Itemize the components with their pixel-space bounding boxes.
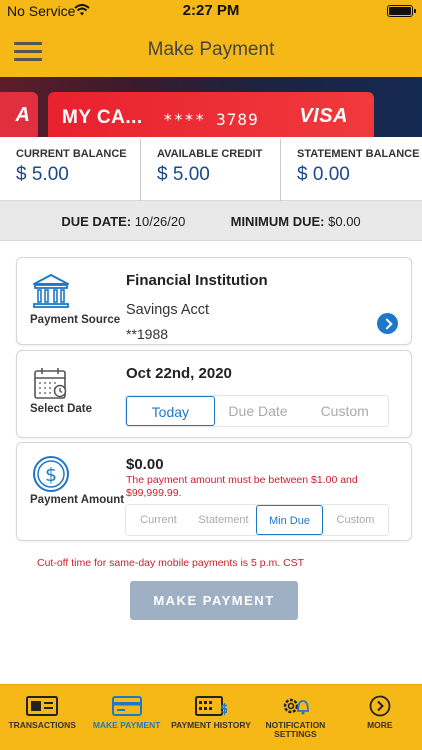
nav-notification-settings[interactable]: NOTIFICATION SETTINGS [253, 685, 337, 750]
balance-label: AVAILABLE CREDIT [157, 148, 263, 160]
svg-text:$: $ [220, 702, 227, 717]
due-date-label: DUE DATE: [61, 214, 132, 229]
nav-label: MORE [367, 720, 393, 730]
balance-label: STATEMENT BALANCE [297, 148, 420, 160]
date-option-due-date[interactable]: Due Date [215, 396, 302, 426]
balance-summary: CURRENT BALANCE $ 5.00 AVAILABLE CREDIT … [0, 139, 422, 201]
make-payment-button[interactable]: MAKE PAYMENT [130, 581, 298, 620]
gear-bell-icon [284, 698, 310, 715]
card-number: **** 3789 [163, 110, 259, 129]
select-date-label: Select Date [30, 403, 93, 415]
bank-icon [33, 274, 69, 308]
balance-value: $ 5.00 [16, 164, 69, 185]
nav-make-payment[interactable]: MAKE PAYMENT [84, 685, 168, 750]
nav-more[interactable]: MORE [338, 685, 422, 750]
transactions-icon [26, 696, 59, 716]
selected-card[interactable]: MY CA... **** 3789 VISA [48, 92, 374, 137]
card-payment-icon [111, 696, 142, 716]
amount-error-message: The payment amount must be between $1.00… [126, 474, 358, 499]
payment-amount-value[interactable]: $0.00 [126, 456, 164, 473]
dollar-coin-icon: $ [33, 456, 69, 492]
nav-label: PAYMENT HISTORY [171, 720, 251, 730]
payment-amount-panel: $ Payment Amount $0.00 The payment amoun… [16, 442, 412, 541]
card-carousel[interactable]: A MY CA... **** 3789 VISA [0, 77, 422, 137]
cutoff-notice: Cut-off time for same-day mobile payment… [37, 557, 305, 569]
minimum-due-label: MINIMUM DUE: [230, 214, 325, 229]
clock: 2:27 PM [182, 2, 240, 19]
account-type: Savings Acct [126, 302, 210, 318]
svg-text:$: $ [45, 464, 57, 486]
amount-option-current[interactable]: Current [126, 505, 191, 535]
chevron-right-icon [369, 695, 391, 717]
available-credit: AVAILABLE CREDIT $ 5.00 [140, 139, 280, 201]
payment-history-icon: $ [195, 696, 227, 717]
calendar-icon [34, 368, 67, 399]
selected-date-value: Oct 22nd, 2020 [126, 365, 232, 382]
battery-icon [387, 5, 416, 17]
balance-value: $ 0.00 [297, 164, 350, 185]
account-number: **1988 [126, 326, 169, 342]
change-source-chevron-icon[interactable] [377, 313, 398, 334]
app-header: No Service 2:27 PM Make Payment [0, 0, 422, 77]
nav-label: NOTIFICATION SETTINGS [265, 720, 326, 739]
date-option-custom[interactable]: Custom [301, 396, 388, 426]
amount-option-min-due[interactable]: Min Due [256, 505, 323, 535]
minimum-due-value: $0.00 [328, 214, 361, 229]
payment-source-panel[interactable]: Payment Source Financial Institution Sav… [16, 257, 412, 345]
payment-amount-label: Payment Amount [30, 494, 125, 506]
amount-option-statement[interactable]: Statement [191, 505, 256, 535]
amount-option-custom[interactable]: Custom [323, 505, 388, 535]
nav-payment-history[interactable]: $ PAYMENT HISTORY [169, 685, 253, 750]
nav-label: MAKE PAYMENT [92, 720, 161, 730]
bottom-nav: TRANSACTIONS MAKE PAYMENT $ PAYMENT HIST… [0, 684, 422, 750]
visa-logo: VISA [299, 105, 348, 127]
page-title: Make Payment [147, 39, 275, 60]
previous-card-brand: A [15, 104, 30, 126]
select-date-panel: Select Date Oct 22nd, 2020 Today Due Dat… [16, 350, 412, 438]
nav-label: TRANSACTIONS [8, 720, 76, 730]
institution-name: Financial Institution [126, 272, 268, 289]
date-option-today[interactable]: Today [126, 396, 215, 426]
statement-balance: STATEMENT BALANCE $ 0.00 [280, 139, 422, 201]
current-balance: CURRENT BALANCE $ 5.00 [0, 139, 140, 201]
balance-value: $ 5.00 [157, 164, 210, 185]
date-option-selector: Today Due Date Custom [125, 395, 389, 427]
card-name: MY CA... [62, 107, 143, 128]
previous-card[interactable]: A [0, 92, 38, 137]
payment-source-label: Payment Source [30, 314, 121, 326]
due-info-bar: DUE DATE: 10/26/20 MINIMUM DUE: $0.00 [0, 201, 422, 241]
status-bar: No Service 2:27 PM [0, 0, 422, 22]
amount-option-selector: Current Statement Min Due Custom [125, 504, 389, 536]
nav-transactions[interactable]: TRANSACTIONS [0, 685, 84, 750]
due-date-value: 10/26/20 [134, 214, 186, 229]
balance-label: CURRENT BALANCE [16, 148, 127, 160]
